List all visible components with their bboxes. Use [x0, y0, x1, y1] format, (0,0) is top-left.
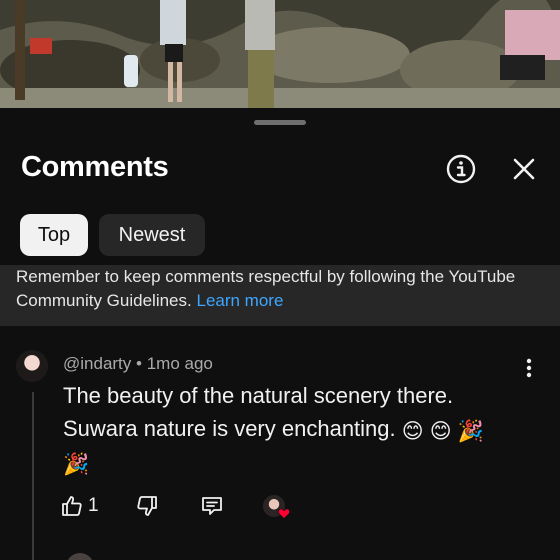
- comment-author[interactable]: @indarty: [63, 354, 131, 373]
- avatar[interactable]: [16, 350, 48, 382]
- thumbs-down-icon: [137, 496, 157, 516]
- reply-icon: [202, 497, 222, 515]
- comment-line-1: The beauty of the natural scenery there.: [63, 383, 454, 408]
- learn-more-link[interactable]: Learn more: [196, 291, 283, 310]
- guidelines-text: Remember to keep comments respectful by …: [16, 265, 546, 313]
- emoji-smile: 😊: [429, 420, 452, 443]
- emoji-party: 🎉: [63, 453, 90, 476]
- thread-line: [32, 392, 34, 560]
- sort-chip-top[interactable]: Top: [20, 214, 88, 256]
- sort-chip-newest[interactable]: Newest: [99, 214, 205, 256]
- info-button[interactable]: [445, 153, 477, 185]
- thumbs-up-icon: [62, 496, 82, 516]
- emoji-smile: 😊: [401, 420, 424, 443]
- more-vertical-icon: [526, 358, 532, 378]
- comment-body: The beauty of the natural scenery there.…: [63, 379, 523, 478]
- info-icon: [446, 154, 476, 184]
- like-button[interactable]: 1: [60, 492, 99, 520]
- close-button[interactable]: [508, 153, 540, 185]
- meta-separator: •: [136, 354, 142, 373]
- heart-icon: [278, 508, 290, 519]
- video-player[interactable]: [0, 0, 560, 108]
- video-frame: [0, 0, 560, 108]
- reply-button[interactable]: [200, 492, 224, 520]
- comment-line-2: Suwara nature is very enchanting.: [63, 416, 396, 441]
- close-icon: [513, 158, 535, 180]
- panel-title: Comments: [21, 151, 169, 183]
- emoji-party: 🎉: [457, 420, 484, 443]
- like-count: 1: [88, 495, 99, 516]
- comment-time: 1mo ago: [146, 354, 213, 373]
- comment-more-button[interactable]: [518, 356, 540, 380]
- dislike-button[interactable]: [135, 492, 159, 520]
- drag-handle[interactable]: [254, 120, 306, 125]
- comment-meta: @indarty • 1mo ago: [63, 354, 213, 374]
